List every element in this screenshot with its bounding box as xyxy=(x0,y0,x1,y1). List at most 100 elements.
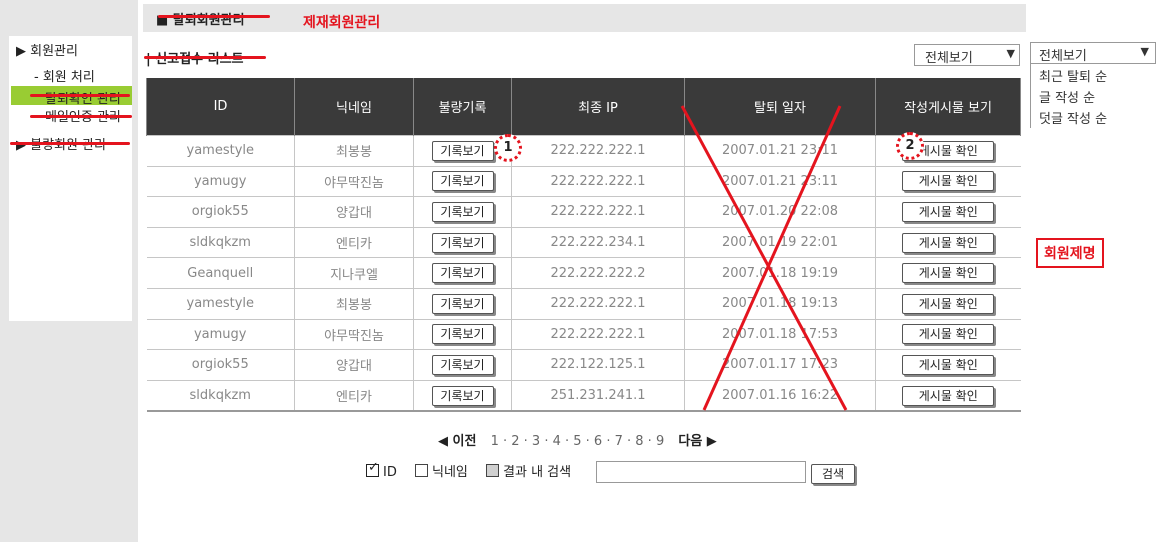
sort-option-recent-withdrawal[interactable]: 최근 탈퇴 순 xyxy=(1039,66,1107,85)
cell-id: sldkqkzm xyxy=(146,226,295,259)
sidebar-item-withdrawal-check[interactable]: 탈퇴확인 관리 xyxy=(45,88,121,107)
table-row: yamugy 야무딱진놈 기록보기 222.222.222.1 2007.01.… xyxy=(146,165,1021,198)
table-row: yamestyle 최봉봉 기록보기 222.222.222.1 2007.01… xyxy=(146,287,1021,320)
cell-id: yamugy xyxy=(146,318,295,351)
view-posts-button[interactable]: 게시물 확인 xyxy=(902,171,995,192)
cell-ip: 222.122.125.1 xyxy=(511,349,685,381)
sort-select-value: 전체보기 xyxy=(925,51,973,66)
chevron-down-icon: ▼ xyxy=(1140,45,1149,58)
pagination-pages[interactable]: 1 · 2 · 3 · 4 · 5 · 6 · 7 · 8 · 9 xyxy=(491,434,665,449)
view-posts-button[interactable]: 게시물 확인 xyxy=(902,324,995,345)
cell-nickname: 엔티카 xyxy=(294,379,414,413)
column-header-last-ip: 최종 IP xyxy=(511,78,685,136)
report-list-table: ID 닉네임 불량기록 최종 IP 탈퇴 일자 작성게시물 보기 yamesty… xyxy=(146,78,1021,413)
column-header-id: ID xyxy=(146,78,295,136)
checkbox-id[interactable]: ✓ xyxy=(366,460,379,477)
view-record-button[interactable]: 기록보기 xyxy=(431,324,494,345)
pagination: ◀ 이전 1 · 2 · 3 · 4 · 5 · 6 · 7 · 8 · 9 다… xyxy=(438,430,717,449)
view-posts-button[interactable]: 게시물 확인 xyxy=(902,232,995,253)
view-posts-button[interactable]: 게시물 확인 xyxy=(902,293,995,314)
view-record-button[interactable]: 기록보기 xyxy=(431,263,494,284)
cell-id: Geanquell xyxy=(146,257,295,289)
cell-nickname: 지나쿠엘 xyxy=(294,257,414,289)
sort-dropdown: 전체보기 ▼ 최근 탈퇴 순 글 작성 순 덧글 작성 순 xyxy=(1030,42,1157,128)
sort-option-comment-count[interactable]: 덧글 작성 순 xyxy=(1039,108,1107,127)
cell-nickname: 양갑대 xyxy=(294,349,414,381)
cross-out-mark xyxy=(680,105,848,411)
checkbox-nickname[interactable] xyxy=(415,464,428,477)
check-icon: ✓ xyxy=(368,460,379,475)
cell-ip: 222.222.222.1 xyxy=(511,165,685,198)
column-header-bad-record: 불량기록 xyxy=(413,78,512,136)
view-record-button[interactable]: 기록보기 xyxy=(431,293,494,314)
pagination-next[interactable]: 다음 ▶ xyxy=(678,434,716,449)
member-ban-label: 회원제명 xyxy=(1036,238,1104,268)
cell-nickname: 엔티카 xyxy=(294,226,414,259)
pagination-prev[interactable]: ◀ 이전 xyxy=(438,434,476,449)
view-record-button[interactable]: 기록보기 xyxy=(431,201,494,222)
checkbox-id-label: ID xyxy=(383,465,397,480)
cell-ip: 251.231.241.1 xyxy=(511,379,685,413)
table-header-row: ID 닉네임 불량기록 최종 IP 탈퇴 일자 작성게시물 보기 xyxy=(146,78,1021,136)
view-record-button[interactable]: 기록보기 xyxy=(431,140,494,161)
table-row: yamugy 야무딱진놈 기록보기 222.222.222.1 2007.01.… xyxy=(146,318,1021,351)
sort-dropdown-value: 전체보기 xyxy=(1039,49,1087,64)
strike-withdrawal-check xyxy=(30,94,130,97)
cell-ip: 222.222.222.1 xyxy=(511,135,685,167)
sidebar-item-member-processing[interactable]: - 회원 처리 xyxy=(34,66,95,85)
cell-nickname: 최봉봉 xyxy=(294,135,414,167)
header-annotation: 제재회원관리 xyxy=(303,15,381,31)
cell-nickname: 야무딱진놈 xyxy=(294,165,414,198)
sort-option-post-count[interactable]: 글 작성 순 xyxy=(1039,87,1095,106)
strike-bad-member xyxy=(10,142,130,145)
table-row: orgiok55 양갑대 기록보기 222.222.222.1 2007.01.… xyxy=(146,196,1021,228)
column-header-posts: 작성게시물 보기 xyxy=(875,78,1021,136)
top-bar xyxy=(143,4,1026,32)
marker-2: 2 xyxy=(896,132,924,160)
view-record-button[interactable]: 기록보기 xyxy=(431,232,494,253)
sort-select[interactable]: 전체보기 ▼ xyxy=(914,44,1020,66)
view-record-button[interactable]: 기록보기 xyxy=(431,354,494,375)
sort-dropdown-header[interactable]: 전체보기 ▼ xyxy=(1031,42,1156,64)
checkbox-within-results[interactable] xyxy=(486,464,500,477)
view-posts-button[interactable]: 게시물 확인 xyxy=(902,354,995,375)
search-bar: ✓ ID 닉네임 결과 내 검색 xyxy=(366,460,572,480)
table-row: orgiok55 양갑대 기록보기 222.122.125.1 2007.01.… xyxy=(146,349,1021,381)
view-posts-button[interactable]: 게시물 확인 xyxy=(902,385,995,406)
cross-line-down xyxy=(680,105,848,411)
cell-id: yamestyle xyxy=(146,287,295,320)
cell-ip: 222.222.222.2 xyxy=(511,257,685,289)
cross-line-up xyxy=(702,105,842,411)
chevron-down-icon: ▼ xyxy=(1006,47,1015,60)
cell-ip: 222.222.234.1 xyxy=(511,226,685,259)
cell-nickname: 최봉봉 xyxy=(294,287,414,320)
marker-1: 1 xyxy=(494,134,522,162)
cell-nickname: 야무딱진놈 xyxy=(294,318,414,351)
sidebar-item-member-management[interactable]: ▶ 회원관리 xyxy=(16,40,78,59)
cell-ip: 222.222.222.1 xyxy=(511,196,685,228)
view-posts-button[interactable]: 게시물 확인 xyxy=(902,263,995,284)
strike-mail-auth xyxy=(30,115,132,118)
search-input[interactable] xyxy=(596,461,806,483)
view-posts-button[interactable]: 게시물 확인 xyxy=(902,201,995,222)
cell-id: sldkqkzm xyxy=(146,379,295,413)
table-row: sldkqkzm 엔티카 기록보기 251.231.241.1 2007.01.… xyxy=(146,379,1021,413)
column-header-nickname: 닉네임 xyxy=(294,78,414,136)
cell-id: orgiok55 xyxy=(146,349,295,381)
view-record-button[interactable]: 기록보기 xyxy=(431,385,494,406)
cell-id: yamestyle xyxy=(146,135,295,167)
cell-id: orgiok55 xyxy=(146,196,295,228)
cell-ip: 222.222.222.1 xyxy=(511,318,685,351)
view-record-button[interactable]: 기록보기 xyxy=(431,171,494,192)
cell-id: yamugy xyxy=(146,165,295,198)
search-button[interactable]: 검색 xyxy=(811,464,856,484)
checkbox-within-results-label: 결과 내 검색 xyxy=(503,465,572,480)
table-row: yamestyle 최봉봉 기록보기 222.222.222.1 2007.01… xyxy=(146,135,1021,167)
strike-page-title xyxy=(158,15,270,18)
table-row: Geanquell 지나쿠엘 기록보기 222.222.222.2 2007.0… xyxy=(146,257,1021,289)
strike-section-title xyxy=(144,56,266,59)
checkbox-nickname-label: 닉네임 xyxy=(432,465,468,480)
cell-nickname: 양갑대 xyxy=(294,196,414,228)
table-row: sldkqkzm 엔티카 기록보기 222.222.234.1 2007.01.… xyxy=(146,226,1021,259)
cell-ip: 222.222.222.1 xyxy=(511,287,685,320)
